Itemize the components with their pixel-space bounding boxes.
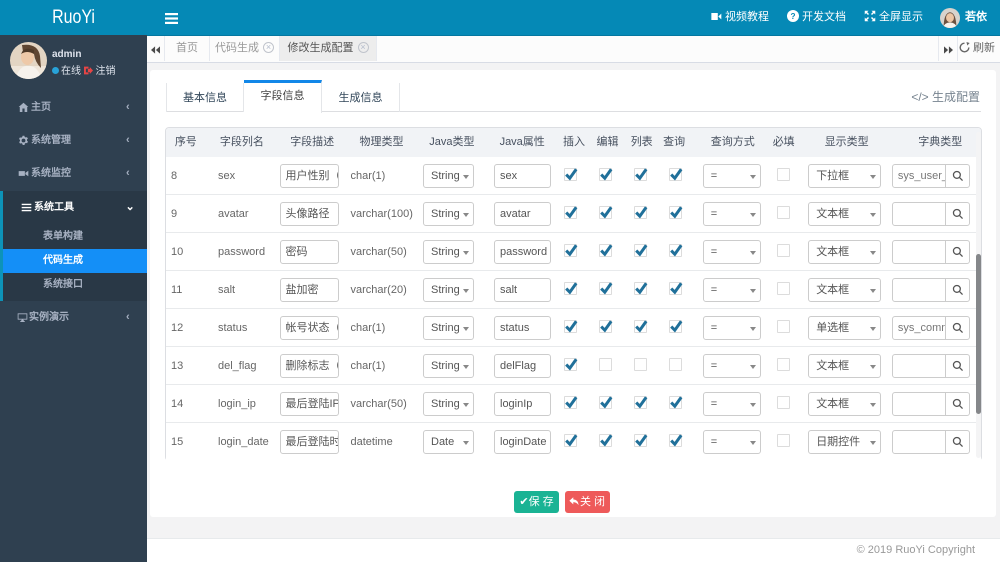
svg-text:?: ?	[790, 12, 795, 21]
